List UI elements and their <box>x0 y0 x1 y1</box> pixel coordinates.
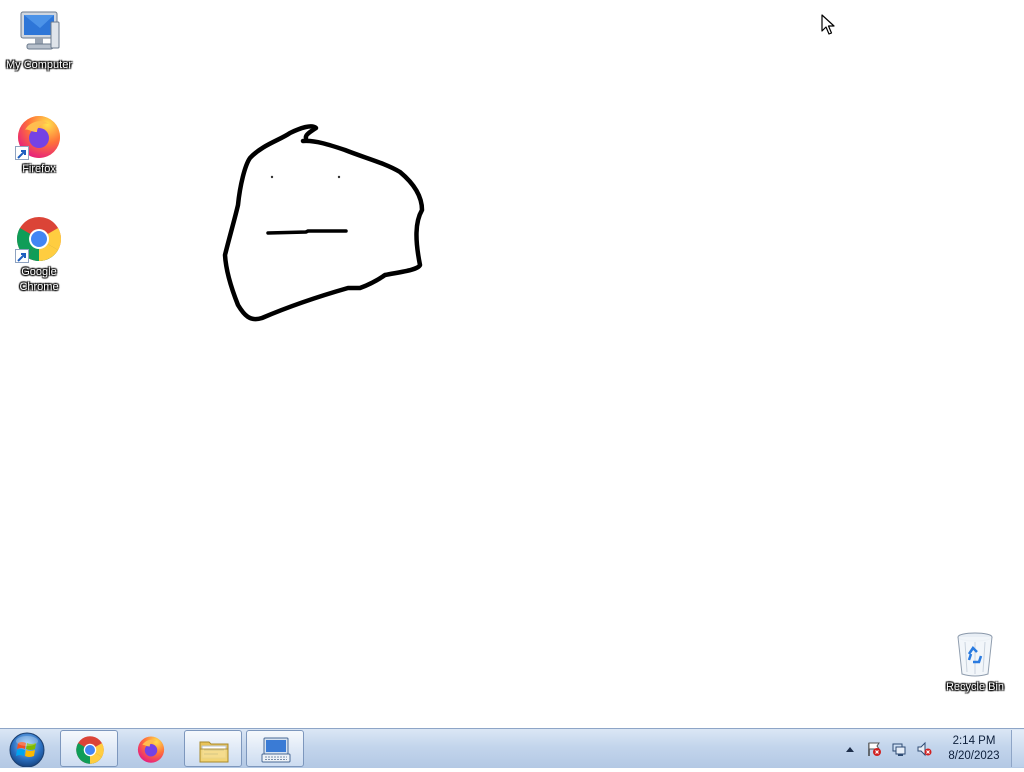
taskbar-button-file-explorer[interactable] <box>184 730 242 767</box>
taskbar-button-firefox[interactable] <box>122 730 180 767</box>
show-hidden-icons-arrow[interactable] <box>845 745 855 753</box>
chrome-icon <box>74 735 106 765</box>
desktop: My Computer Firefox Google Chrome Recycl… <box>0 0 1024 728</box>
network-icon[interactable] <box>891 741 907 757</box>
taskbar-button-on-screen-keyboard[interactable] <box>246 730 304 767</box>
firefox-icon <box>135 734 167 764</box>
taskbar-button-chrome[interactable] <box>60 730 118 767</box>
windows-orb-icon <box>9 732 45 768</box>
folder-icon <box>198 735 230 765</box>
clock-date: 8/20/2023 <box>948 750 1000 762</box>
volume-muted-icon[interactable] <box>916 741 932 757</box>
face-sketch-drawing <box>222 124 425 322</box>
system-clock[interactable]: 2:14 PM 8/20/2023 <box>944 734 1004 764</box>
start-button[interactable] <box>4 731 50 768</box>
clock-time: 2:14 PM <box>952 735 996 747</box>
action-center-flag-icon[interactable] <box>866 741 882 757</box>
mouse-cursor-icon <box>821 14 835 35</box>
taskbar: 2:14 PM 8/20/2023 <box>0 728 1024 768</box>
keyboard-icon <box>260 735 292 765</box>
show-desktop-button[interactable] <box>1011 730 1024 767</box>
